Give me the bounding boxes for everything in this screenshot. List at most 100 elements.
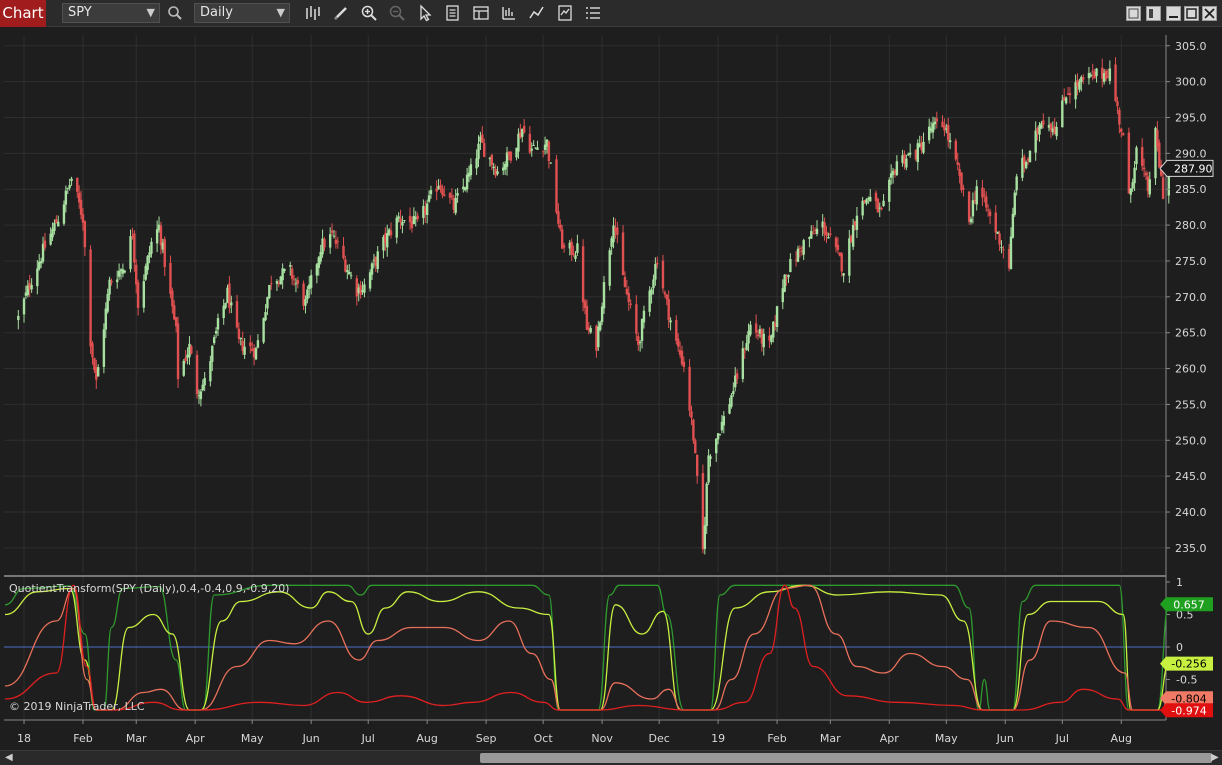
- time-tick-label: May: [241, 732, 264, 745]
- chevron-down-icon: ▼: [146, 6, 155, 19]
- candle: [268, 284, 271, 300]
- candle: [730, 393, 733, 409]
- time-tick-label: Aug: [416, 732, 437, 745]
- properties-icon[interactable]: [556, 4, 574, 22]
- templates-icon[interactable]: [472, 4, 490, 22]
- indicators-icon[interactable]: [528, 4, 546, 22]
- candle: [783, 274, 786, 293]
- price-tick-label: 295.0: [1175, 111, 1207, 124]
- scroll-left-icon[interactable]: ◀: [5, 752, 13, 763]
- pointer-icon[interactable]: [416, 4, 434, 22]
- time-tick-label: 18: [17, 732, 31, 745]
- time-tick-label: Aug: [1111, 732, 1132, 745]
- candle: [176, 316, 180, 388]
- horizontal-scrollbar[interactable]: ◀ ▶: [0, 750, 1222, 765]
- last-price-label: 287.90: [1174, 162, 1213, 175]
- price-tick-label: 305.0: [1175, 40, 1207, 53]
- time-tick-label: Jun: [302, 732, 320, 745]
- bar-type-icon[interactable]: [304, 4, 322, 22]
- tile-window-icon[interactable]: [1126, 6, 1141, 21]
- chart-tab[interactable]: Chart: [0, 0, 46, 27]
- instrument-value: SPY: [68, 5, 92, 20]
- time-tick-label: Mar: [820, 732, 841, 745]
- candle: [581, 239, 585, 312]
- indicator-value-label: 0.657: [1160, 597, 1213, 612]
- scroll-thumb[interactable]: [480, 753, 1212, 763]
- time-tick-label: Feb: [73, 732, 92, 745]
- time-tick-label: Feb: [767, 732, 786, 745]
- instrument-selector[interactable]: SPY ▼: [62, 3, 160, 23]
- price-tick-label: 235.0: [1175, 542, 1207, 555]
- interval-value: Daily: [200, 5, 233, 20]
- candle: [195, 350, 199, 399]
- svg-text:-0.256: -0.256: [1171, 658, 1206, 671]
- scroll-right-icon[interactable]: ▶: [1211, 752, 1219, 763]
- candle: [190, 344, 193, 355]
- time-tick-label: Dec: [649, 732, 670, 745]
- time-tick-label: Jul: [361, 732, 375, 745]
- maximize-icon[interactable]: [1184, 6, 1199, 21]
- candle: [954, 138, 958, 162]
- price-tick-label: 275.0: [1175, 255, 1207, 268]
- candle: [555, 154, 558, 215]
- time-tick-label: Jul: [1055, 732, 1069, 745]
- candle: [1013, 190, 1016, 217]
- candle: [692, 418, 695, 444]
- time-tick-label: Oct: [534, 732, 554, 745]
- indicator-value-label: -0.804: [1160, 691, 1213, 706]
- candle: [876, 197, 880, 213]
- chart-toolbar: Chart SPY ▼ Daily ▼: [0, 0, 1222, 27]
- time-tick-label: May: [935, 732, 958, 745]
- indicator-tick-label: 0: [1176, 641, 1183, 654]
- price-tick-label: 240.0: [1175, 506, 1207, 519]
- strategies-icon[interactable]: [500, 4, 518, 22]
- time-tick-label: 19: [711, 732, 725, 745]
- time-tick-label: Jun: [996, 732, 1014, 745]
- menu-icon[interactable]: [584, 4, 602, 22]
- candle: [262, 317, 265, 344]
- svg-text:0.657: 0.657: [1173, 598, 1205, 611]
- indicator-title: QuotientTransform(SPY (Daily),0.4,-0.4,0…: [9, 582, 289, 595]
- price-tick-label: 280.0: [1175, 219, 1207, 232]
- chevron-down-icon: ▼: [276, 6, 285, 19]
- indicator-value-label: -0.256: [1160, 656, 1213, 671]
- minimize-icon[interactable]: [1166, 6, 1181, 21]
- price-tick-label: 300.0: [1175, 76, 1207, 89]
- price-tick-label: 245.0: [1175, 470, 1207, 483]
- candle: [960, 172, 963, 193]
- time-tick-label: Nov: [591, 732, 613, 745]
- price-tick-label: 270.0: [1175, 291, 1207, 304]
- svg-text:-0.974: -0.974: [1171, 704, 1206, 717]
- candle: [694, 438, 697, 454]
- time-tick-label: Mar: [126, 732, 147, 745]
- price-tick-label: 255.0: [1175, 398, 1207, 411]
- zoom-out-icon[interactable]: [388, 4, 406, 22]
- price-tick-label: 265.0: [1175, 327, 1207, 340]
- candle: [89, 245, 92, 354]
- candle: [254, 346, 258, 361]
- time-tick-label: Apr: [186, 732, 206, 745]
- interval-selector[interactable]: Daily ▼: [194, 3, 290, 23]
- time-tick-label: Sep: [476, 732, 497, 745]
- draw-pencil-icon[interactable]: [332, 4, 350, 22]
- candle: [182, 359, 185, 377]
- candle: [688, 359, 691, 417]
- candle: [1028, 149, 1032, 163]
- price-tick-label: 250.0: [1175, 434, 1207, 447]
- candle: [608, 247, 611, 291]
- copyright-label: © 2019 NinjaTrader, LLC: [9, 700, 145, 713]
- candle: [621, 225, 625, 276]
- search-icon[interactable]: [166, 4, 184, 22]
- indicator-value-label: -0.974: [1160, 703, 1213, 718]
- candle: [102, 323, 106, 374]
- indicator-tick-label: 1: [1176, 576, 1183, 589]
- close-icon[interactable]: [1202, 6, 1217, 21]
- time-tick-label: Apr: [880, 732, 900, 745]
- zoom-in-icon[interactable]: [360, 4, 378, 22]
- chart-canvas[interactable]: 235.0 240.0 245.0 250.0 255.0 260.0 265.0 270.0…: [0, 27, 1222, 750]
- indicator-tick-label: -0.5: [1176, 674, 1197, 687]
- candle: [1127, 127, 1131, 194]
- price-tick-label: 290.0: [1175, 147, 1207, 160]
- options-window-icon[interactable]: [1146, 6, 1161, 21]
- data-box-icon[interactable]: [444, 4, 462, 22]
